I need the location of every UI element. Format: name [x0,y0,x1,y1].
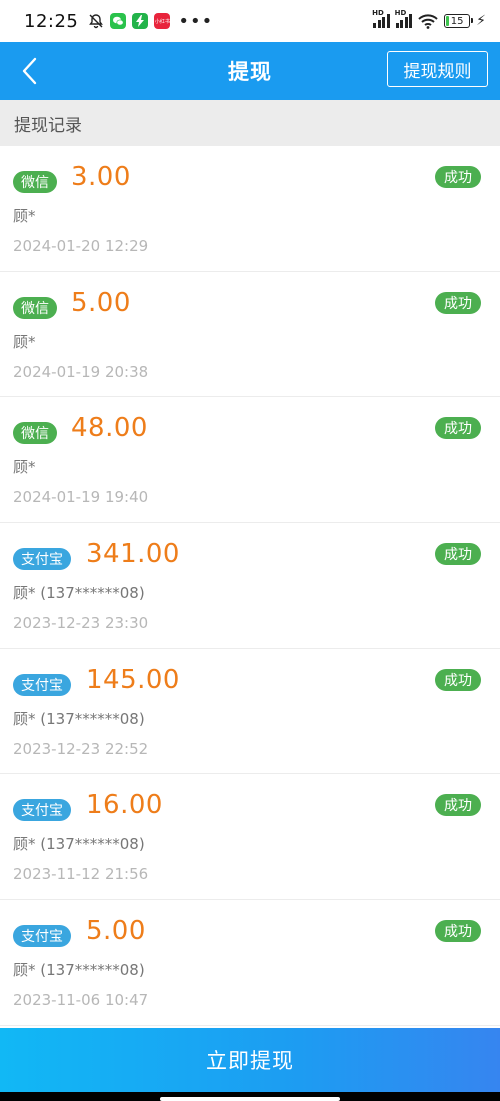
record-time: 2024-01-19 19:40 [13,488,149,507]
withdraw-record-list: 微信 3.00 成功 顾* 2024-01-20 12:29 微信 5.00 成… [0,146,500,1026]
charging-app-icon [132,13,149,29]
record-amount: 5.00 [71,287,131,318]
status-indicators: HD HD 15 ⚡ [372,9,486,29]
signal-icon-2: HD [395,9,413,28]
record-time: 2024-01-20 12:29 [13,237,149,255]
record-time: 2023-12-23 22:52 [13,739,149,758]
channel-tag: 微信 [13,422,57,445]
record-amount: 145.00 [86,664,180,695]
status-badge: 成功 [435,417,481,440]
record-time: 2023-12-23 23:30 [13,614,149,633]
app-bar: 提现 提现规则 [0,42,500,100]
record-name: 顾* (137******08) [13,961,145,980]
status-badge: 成功 [435,166,481,188]
wechat-icon [110,13,127,29]
record-name: 顾* [13,332,36,351]
record-item[interactable]: 微信 48.00 成功 顾* 2024-01-19 19:40 [0,397,500,524]
channel-tag: 支付宝 [13,799,71,822]
channel-tag: 支付宝 [13,673,71,696]
more-icon: ••• [178,10,214,32]
record-amount: 16.00 [86,790,163,821]
record-amount: 48.00 [71,413,148,444]
status-time: 12:25 [24,10,79,32]
record-name: 顾* (137******08) [13,709,145,728]
charging-icon: ⚡ [476,13,486,29]
record-amount: 5.00 [86,916,146,947]
record-name: 顾* (137******08) [13,835,145,854]
record-amount: 341.00 [86,539,180,570]
record-name: 顾* [13,458,36,477]
record-item[interactable]: 微信 3.00 成功 顾* 2024-01-20 12:29 [0,146,500,272]
record-name: 顾* (137******08) [13,584,145,603]
record-item[interactable]: 支付宝 341.00 成功 顾* (137******08) 2023-12-2… [0,523,500,649]
status-badge: 成功 [435,543,481,566]
back-button[interactable] [14,54,44,88]
record-item[interactable]: 微信 5.00 成功 顾* 2024-01-19 20:38 [0,271,500,398]
record-item[interactable]: 支付宝 145.00 成功 顾* (137******08) 2023-12-2… [0,648,500,775]
notification-icons: 小红书 [88,13,171,29]
record-item[interactable]: 支付宝 5.00 成功 顾* (137******08) 2023-11-06 … [0,900,500,1026]
app-badge-icon: 小红书 [154,13,171,29]
status-bar: 12:25 小红书 ••• HD HD 15 ⚡ [0,0,500,42]
bell-off-icon [88,13,104,29]
record-amount: 3.00 [71,162,131,192]
signal-icon: HD [372,9,390,28]
channel-tag: 微信 [13,296,57,319]
record-time: 2023-11-12 21:56 [13,865,149,884]
section-title: 提现记录 [0,100,500,146]
withdraw-now-button[interactable]: 立即提现 [0,1028,500,1092]
home-indicator[interactable] [160,1097,340,1101]
channel-tag: 微信 [13,171,57,193]
back-arrow-icon [22,57,37,85]
channel-tag: 支付宝 [13,548,71,571]
record-time: 2023-11-06 10:47 [13,991,149,1010]
status-badge: 成功 [435,668,481,691]
status-badge: 成功 [435,291,481,314]
status-badge: 成功 [435,794,481,817]
wifi-icon [418,13,438,29]
battery-level: 15 [450,15,464,27]
withdraw-rules-button[interactable]: 提现规则 [387,51,488,87]
page-title: 提现 [228,60,272,84]
status-badge: 成功 [435,920,481,943]
battery-icon: 15 [444,14,474,28]
record-time: 2024-01-19 20:38 [13,362,149,381]
record-name: 顾* [13,207,36,225]
channel-tag: 支付宝 [13,925,71,948]
record-item[interactable]: 支付宝 16.00 成功 顾* (137******08) 2023-11-12… [0,774,500,901]
